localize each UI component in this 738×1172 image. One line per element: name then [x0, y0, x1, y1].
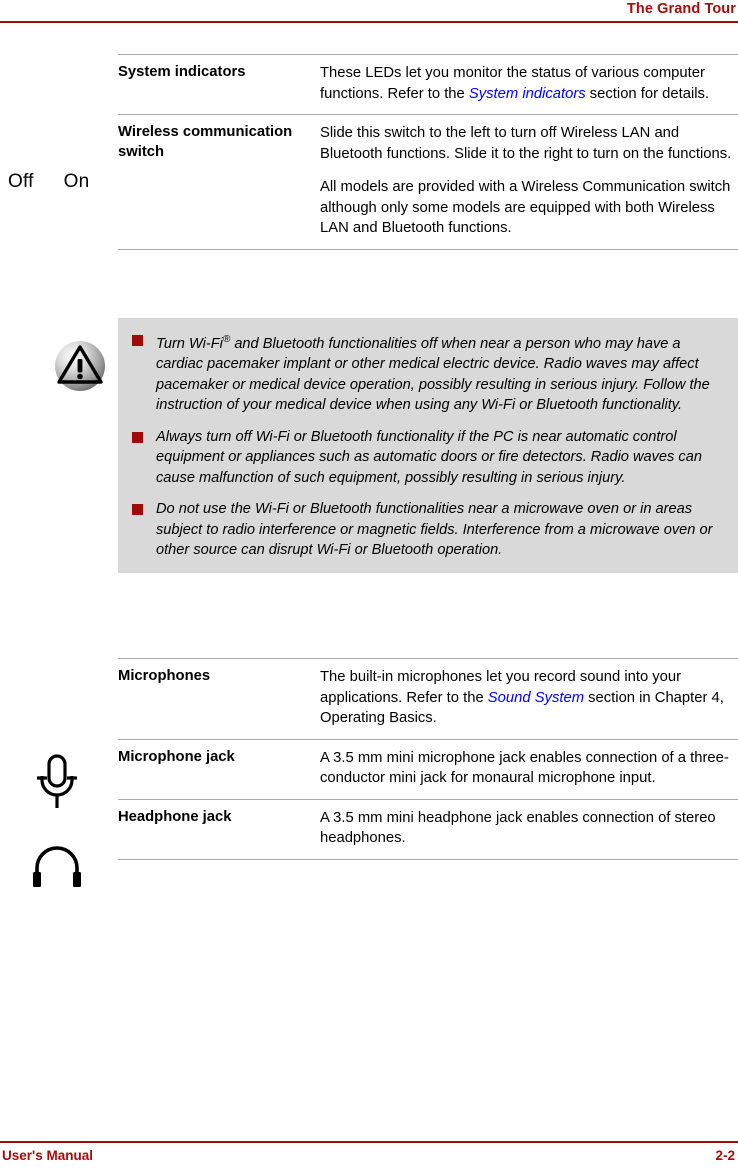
caution-list-item: Always turn off Wi-Fi or Bluetooth funct…: [128, 427, 728, 489]
table-row: Wireless communication switch Slide this …: [118, 114, 738, 250]
spec-description: Slide this switch to the left to turn of…: [320, 115, 738, 249]
caution-list-item: Do not use the Wi-Fi or Bluetooth functi…: [128, 499, 728, 561]
microphone-icon: [33, 752, 81, 814]
spec-paragraph: A 3.5 mm mini headphone jack enables con…: [320, 808, 738, 849]
footer-manual-label: User's Manual: [2, 1148, 93, 1163]
wireless-switch-margin-labels: Off On: [8, 171, 89, 193]
spec-paragraph: The built-in microphones let you record …: [320, 667, 738, 729]
text-run: A 3.5 mm mini microphone jack enables co…: [320, 749, 729, 787]
square-bullet-icon: [132, 504, 143, 516]
text-run: A 3.5 mm mini headphone jack enables con…: [320, 809, 716, 847]
spec-term: System indicators: [118, 64, 246, 80]
square-bullet-icon: [132, 431, 143, 443]
spec-term: Wireless communication switch: [118, 124, 293, 160]
text-run: Do not use the Wi-Fi or Bluetooth functi…: [156, 501, 713, 559]
spec-paragraph: A 3.5 mm mini microphone jack enables co…: [320, 748, 738, 789]
headphone-icon: [31, 844, 83, 890]
caution-text: Turn Wi-Fi® and Bluetooth functionalitie…: [156, 334, 710, 414]
spec-description: A 3.5 mm mini microphone jack enables co…: [320, 740, 738, 799]
caution-triangle-icon-svg: [55, 341, 105, 391]
spec-term: Headphone jack: [118, 808, 232, 825]
text-run: and Bluetooth functionalities off when n…: [156, 335, 710, 414]
caution-text: Do not use the Wi-Fi or Bluetooth functi…: [156, 501, 712, 558]
cross-reference-link[interactable]: Sound System: [488, 690, 584, 706]
caution-triangle-icon: [54, 340, 106, 392]
spec-paragraph: All models are provided with a Wireless …: [320, 177, 738, 239]
header-divider: [0, 21, 738, 23]
microphone-icon-svg: [37, 754, 77, 808]
text-run: section for details.: [585, 85, 710, 102]
spec-table-top: System indicators These LEDs let you moni…: [118, 54, 738, 250]
square-bullet-icon: [132, 335, 143, 346]
table-row: Microphone jack A 3.5 mm mini microphone …: [118, 738, 738, 799]
caution-text: Always turn off Wi-Fi or Bluetooth funct…: [156, 429, 702, 486]
page-footer: User's Manual 2-2: [0, 1141, 738, 1172]
spec-term: Microphones: [118, 668, 211, 684]
switch-on-label: On: [63, 171, 90, 192]
spec-description: A 3.5 mm mini headphone jack enables con…: [320, 800, 738, 859]
spec-table-bottom: Microphones The built-in microphones let …: [118, 658, 738, 860]
page-header: The Grand Tour: [0, 0, 738, 23]
headphone-icon-svg: [33, 846, 81, 887]
table-row: Microphones The built-in microphones let …: [118, 658, 738, 739]
text-run: Slide this switch to the left to turn of…: [320, 125, 732, 162]
spec-description: These LEDs let you monitor the status of…: [320, 55, 738, 114]
cross-reference-link[interactable]: System indicators: [469, 86, 586, 102]
page-title: The Grand Tour: [626, 1, 736, 17]
text-run: All models are provided with a Wireless …: [320, 179, 731, 236]
spec-paragraph: These LEDs let you monitor the status of…: [320, 63, 738, 104]
spec-description: The built-in microphones let you record …: [320, 659, 738, 739]
footer-divider: [0, 1141, 738, 1143]
caution-list-item: Turn Wi-Fi® and Bluetooth functionalitie…: [128, 330, 728, 416]
table-row: System indicators These LEDs let you moni…: [118, 54, 738, 114]
spec-term: Microphone jack: [118, 748, 235, 765]
switch-off-label: Off: [8, 171, 34, 192]
spec-paragraph: Slide this switch to the left to turn of…: [320, 123, 738, 164]
footer-page-number: 2-2: [715, 1148, 735, 1163]
caution-box: Turn Wi-Fi® and Bluetooth functionalitie…: [118, 318, 738, 573]
table-row: Headphone jack A 3.5 mm mini headphone ja…: [118, 798, 738, 860]
text-run: Always turn off Wi-Fi or Bluetooth funct…: [156, 428, 702, 486]
text-run: Turn Wi-Fi: [156, 335, 223, 352]
